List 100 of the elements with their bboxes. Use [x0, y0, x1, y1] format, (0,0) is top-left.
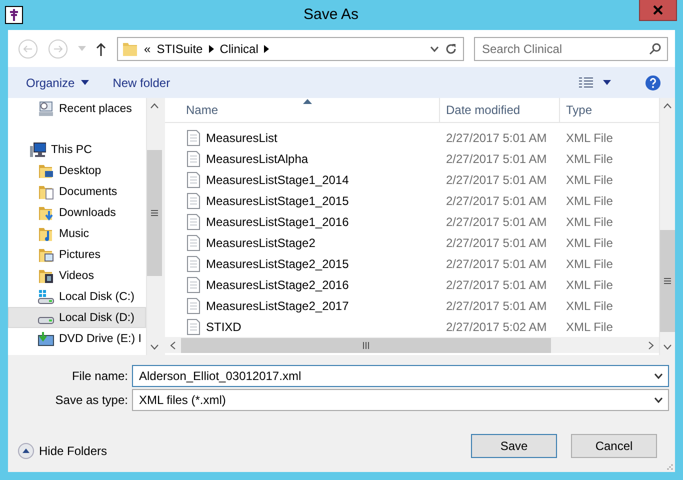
type-cell-text: XML File: [565, 236, 614, 250]
disc-drive-icon: [38, 330, 54, 346]
file-name[interactable]: MeasuresListStage1_2014: [206, 172, 349, 186]
computer-icon: [30, 142, 46, 158]
sort-arrow-icon: [303, 99, 312, 104]
type-cell-text: XML File: [565, 172, 614, 186]
sidebar-item[interactable]: Desktop: [8, 160, 146, 181]
field-label: File name:: [70, 369, 129, 383]
breadcrumb-overflow[interactable]: «: [144, 42, 151, 56]
file-name[interactable]: MeasuresListStage1_2016: [206, 214, 349, 228]
sidebar-item[interactable]: Local Disk (C:): [8, 286, 146, 307]
date-cell-text: 2/27/2017 5:01 AM: [445, 278, 548, 292]
date-cell-text: 2/27/2017 5:01 AM: [445, 172, 548, 186]
hide-folders-button[interactable]: Hide Folders: [18, 443, 108, 459]
list-view-icon: [579, 76, 593, 88]
drive-icon: [38, 316, 54, 324]
pictures-folder-icon: [38, 246, 54, 262]
breadcrumb[interactable]: Clinical: [220, 42, 258, 56]
sidebar-item[interactable]: Downloads: [8, 202, 146, 223]
folder-icon: [122, 40, 138, 56]
file-name[interactable]: MeasuresListStage2_2015: [206, 256, 349, 270]
app-icon: [5, 6, 23, 24]
collapse-icon: [18, 443, 34, 459]
date-cell-text: 2/27/2017 5:01 AM: [445, 152, 548, 166]
desktop-folder-icon: [38, 162, 54, 178]
sidebar-item[interactable]: DVD Drive (E:) I: [8, 328, 146, 349]
chevron-down-icon[interactable]: [430, 46, 439, 52]
file-name[interactable]: MeasuresListStage2_2017: [206, 298, 349, 312]
file-type-dropdown[interactable]: XML files (*.xml): [132, 389, 669, 411]
grip-icon: [151, 210, 158, 216]
document-icon: [187, 256, 200, 272]
sidebar-item[interactable]: Videos: [8, 265, 146, 286]
document-icon: [187, 298, 200, 314]
scrollbar-thumb[interactable]: [660, 230, 675, 332]
close-button[interactable]: [639, 0, 677, 21]
document-icon: [187, 172, 200, 188]
window-title: Save As: [302, 5, 360, 25]
file-name[interactable]: MeasuresListStage2_2016: [206, 278, 349, 292]
document-icon: [187, 192, 200, 208]
date-cell-text: 2/27/2017 5:01 AM: [445, 194, 548, 208]
document-icon: [187, 150, 200, 166]
up-arrow-icon[interactable]: [96, 42, 106, 56]
documents-folder-icon: [38, 184, 54, 200]
videos-folder-icon: [38, 268, 54, 284]
field-label: Save as type:: [54, 393, 129, 407]
caret-icon: [80, 80, 89, 85]
chevron-icon[interactable]: [208, 44, 214, 52]
file-name-field[interactable]: Alderson_Elliot_03012017.xml: [132, 365, 669, 387]
document-icon: [187, 214, 200, 230]
date-cell-text: 2/27/2017 5:01 AM: [445, 256, 548, 270]
resize-grip-icon: [667, 464, 673, 470]
type-cell-text: XML File: [565, 194, 614, 208]
downloads-folder-icon: [38, 204, 54, 220]
date-cell-text: 2/27/2017 5:01 AM: [445, 130, 548, 144]
document-icon: [187, 234, 200, 250]
column-header[interactable]: Name: [165, 98, 440, 122]
address-bar[interactable]: « STISuite Clinical: [117, 36, 464, 60]
chevron-icon[interactable]: [264, 44, 270, 52]
refresh-icon[interactable]: [445, 42, 457, 54]
music-folder-icon: [38, 226, 54, 242]
new-folder-button[interactable]: New folder: [104, 74, 178, 92]
type-cell-text: XML File: [565, 320, 614, 334]
date-cell-text: 2/27/2017 5:01 AM: [445, 214, 548, 228]
caret-icon: [603, 80, 611, 85]
save-button[interactable]: Save: [471, 434, 557, 458]
grip-icon: [363, 342, 369, 348]
search-icon: [649, 42, 661, 54]
column-header[interactable]: Date modified: [440, 98, 560, 122]
organize-menu-button[interactable]: Organize: [18, 74, 97, 92]
close-icon: [653, 5, 663, 15]
sidebar-item[interactable]: This PC: [8, 139, 146, 160]
chevron-down-icon: [654, 373, 663, 379]
search-field[interactable]: Search Clinical: [474, 36, 668, 60]
sidebar-item[interactable]: Documents: [8, 181, 146, 202]
document-icon: [187, 130, 200, 146]
file-name[interactable]: STIXD: [206, 320, 242, 334]
sidebar-item[interactable]: Recent places: [8, 98, 146, 119]
type-cell-text: XML File: [565, 130, 614, 144]
file-name[interactable]: MeasuresListStage1_2015: [206, 194, 349, 208]
scrollbar-thumb[interactable]: [181, 338, 551, 352]
column-header[interactable]: Type: [560, 98, 659, 122]
file-name[interactable]: MeasuresList: [206, 130, 278, 144]
date-cell-text: 2/27/2017 5:01 AM: [445, 236, 548, 250]
help-icon[interactable]: [645, 74, 661, 90]
sidebar-item[interactable]: Pictures: [8, 244, 146, 265]
type-cell-text: XML File: [565, 152, 614, 166]
file-name[interactable]: MeasuresListAlpha: [206, 152, 308, 166]
type-cell-text: XML File: [565, 278, 614, 292]
document-icon: [187, 318, 200, 334]
sidebar-item[interactable]: Music: [8, 223, 146, 244]
breadcrumb[interactable]: STISuite: [156, 42, 203, 56]
file-name[interactable]: MeasuresListStage2: [206, 236, 316, 250]
date-cell-text: 2/27/2017 5:02 AM: [445, 320, 548, 334]
sidebar-item[interactable]: Local Disk (D:): [8, 307, 146, 328]
document-icon: [187, 276, 200, 292]
type-cell-text: XML File: [565, 214, 614, 228]
scrollbar-thumb[interactable]: [147, 150, 162, 276]
cancel-button[interactable]: Cancel: [571, 434, 657, 458]
type-cell-text: XML File: [565, 256, 614, 270]
recent-places-icon: [38, 100, 54, 116]
